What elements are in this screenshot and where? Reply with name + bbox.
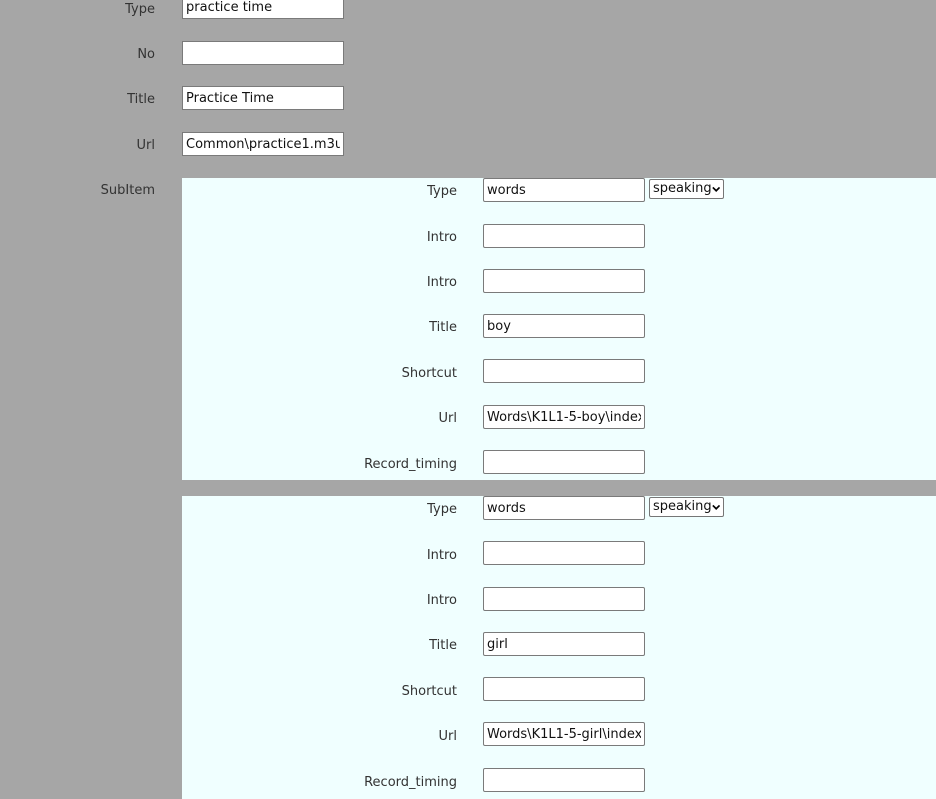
- subitem-2-type-input[interactable]: [483, 496, 645, 520]
- subitem-2-mode-select[interactable]: speaking: [649, 497, 724, 517]
- title-label: Title: [127, 92, 155, 107]
- subitem-1-intro-label-2: Intro: [426, 275, 457, 290]
- subitem-1-intro-label-1: Intro: [426, 230, 457, 245]
- no-input[interactable]: [182, 41, 344, 65]
- subitem-1-url-input[interactable]: [483, 405, 645, 429]
- subitem-2-shortcut-input[interactable]: [483, 677, 645, 701]
- title-input[interactable]: [182, 86, 344, 110]
- subitem-2-mode-value: speaking: [653, 499, 712, 514]
- subitem-1-record-timing-label: Record_timing: [364, 457, 457, 472]
- subitem-2-record-timing-input[interactable]: [483, 768, 645, 792]
- subitem-2-title-input[interactable]: [483, 632, 645, 656]
- subitem-2-intro-input-2[interactable]: [483, 587, 645, 611]
- subitem-2-record-timing-label: Record_timing: [364, 775, 457, 790]
- type-input[interactable]: [182, 0, 344, 19]
- subitem-1-shortcut-input[interactable]: [483, 359, 645, 383]
- subitem-2-shortcut-label: Shortcut: [401, 684, 457, 699]
- subitem-1-record-timing-input[interactable]: [483, 450, 645, 474]
- subitem-2-intro-input-1[interactable]: [483, 541, 645, 565]
- subitem-2-intro-label-1: Intro: [426, 548, 457, 563]
- subitem-1-intro-input-2[interactable]: [483, 269, 645, 293]
- chevron-down-icon: [711, 504, 720, 510]
- subitem-1-type-label: Type: [427, 184, 457, 199]
- subitem-label: SubItem: [100, 183, 155, 198]
- subitem-1-type-input[interactable]: [483, 178, 645, 202]
- subitem-2-url-input[interactable]: [483, 722, 645, 746]
- url-input[interactable]: [182, 132, 344, 156]
- no-label: No: [137, 47, 155, 62]
- subitem-1-mode-select[interactable]: speaking: [649, 179, 724, 199]
- subitem-2-title-label: Title: [429, 638, 457, 653]
- subitem-1-intro-input-1[interactable]: [483, 224, 645, 248]
- subitem-1-mode-value: speaking: [653, 181, 712, 196]
- url-label: Url: [136, 138, 155, 153]
- subitem-1-title-label: Title: [429, 320, 457, 335]
- type-label: Type: [125, 2, 155, 17]
- chevron-down-icon: [711, 186, 720, 192]
- subitem-2-intro-label-2: Intro: [426, 593, 457, 608]
- subitem-1-url-label: Url: [438, 411, 457, 426]
- subitem-2-type-label: Type: [427, 502, 457, 517]
- subitem-1-shortcut-label: Shortcut: [401, 366, 457, 381]
- subitem-1-title-input[interactable]: [483, 314, 645, 338]
- subitem-2-url-label: Url: [438, 729, 457, 744]
